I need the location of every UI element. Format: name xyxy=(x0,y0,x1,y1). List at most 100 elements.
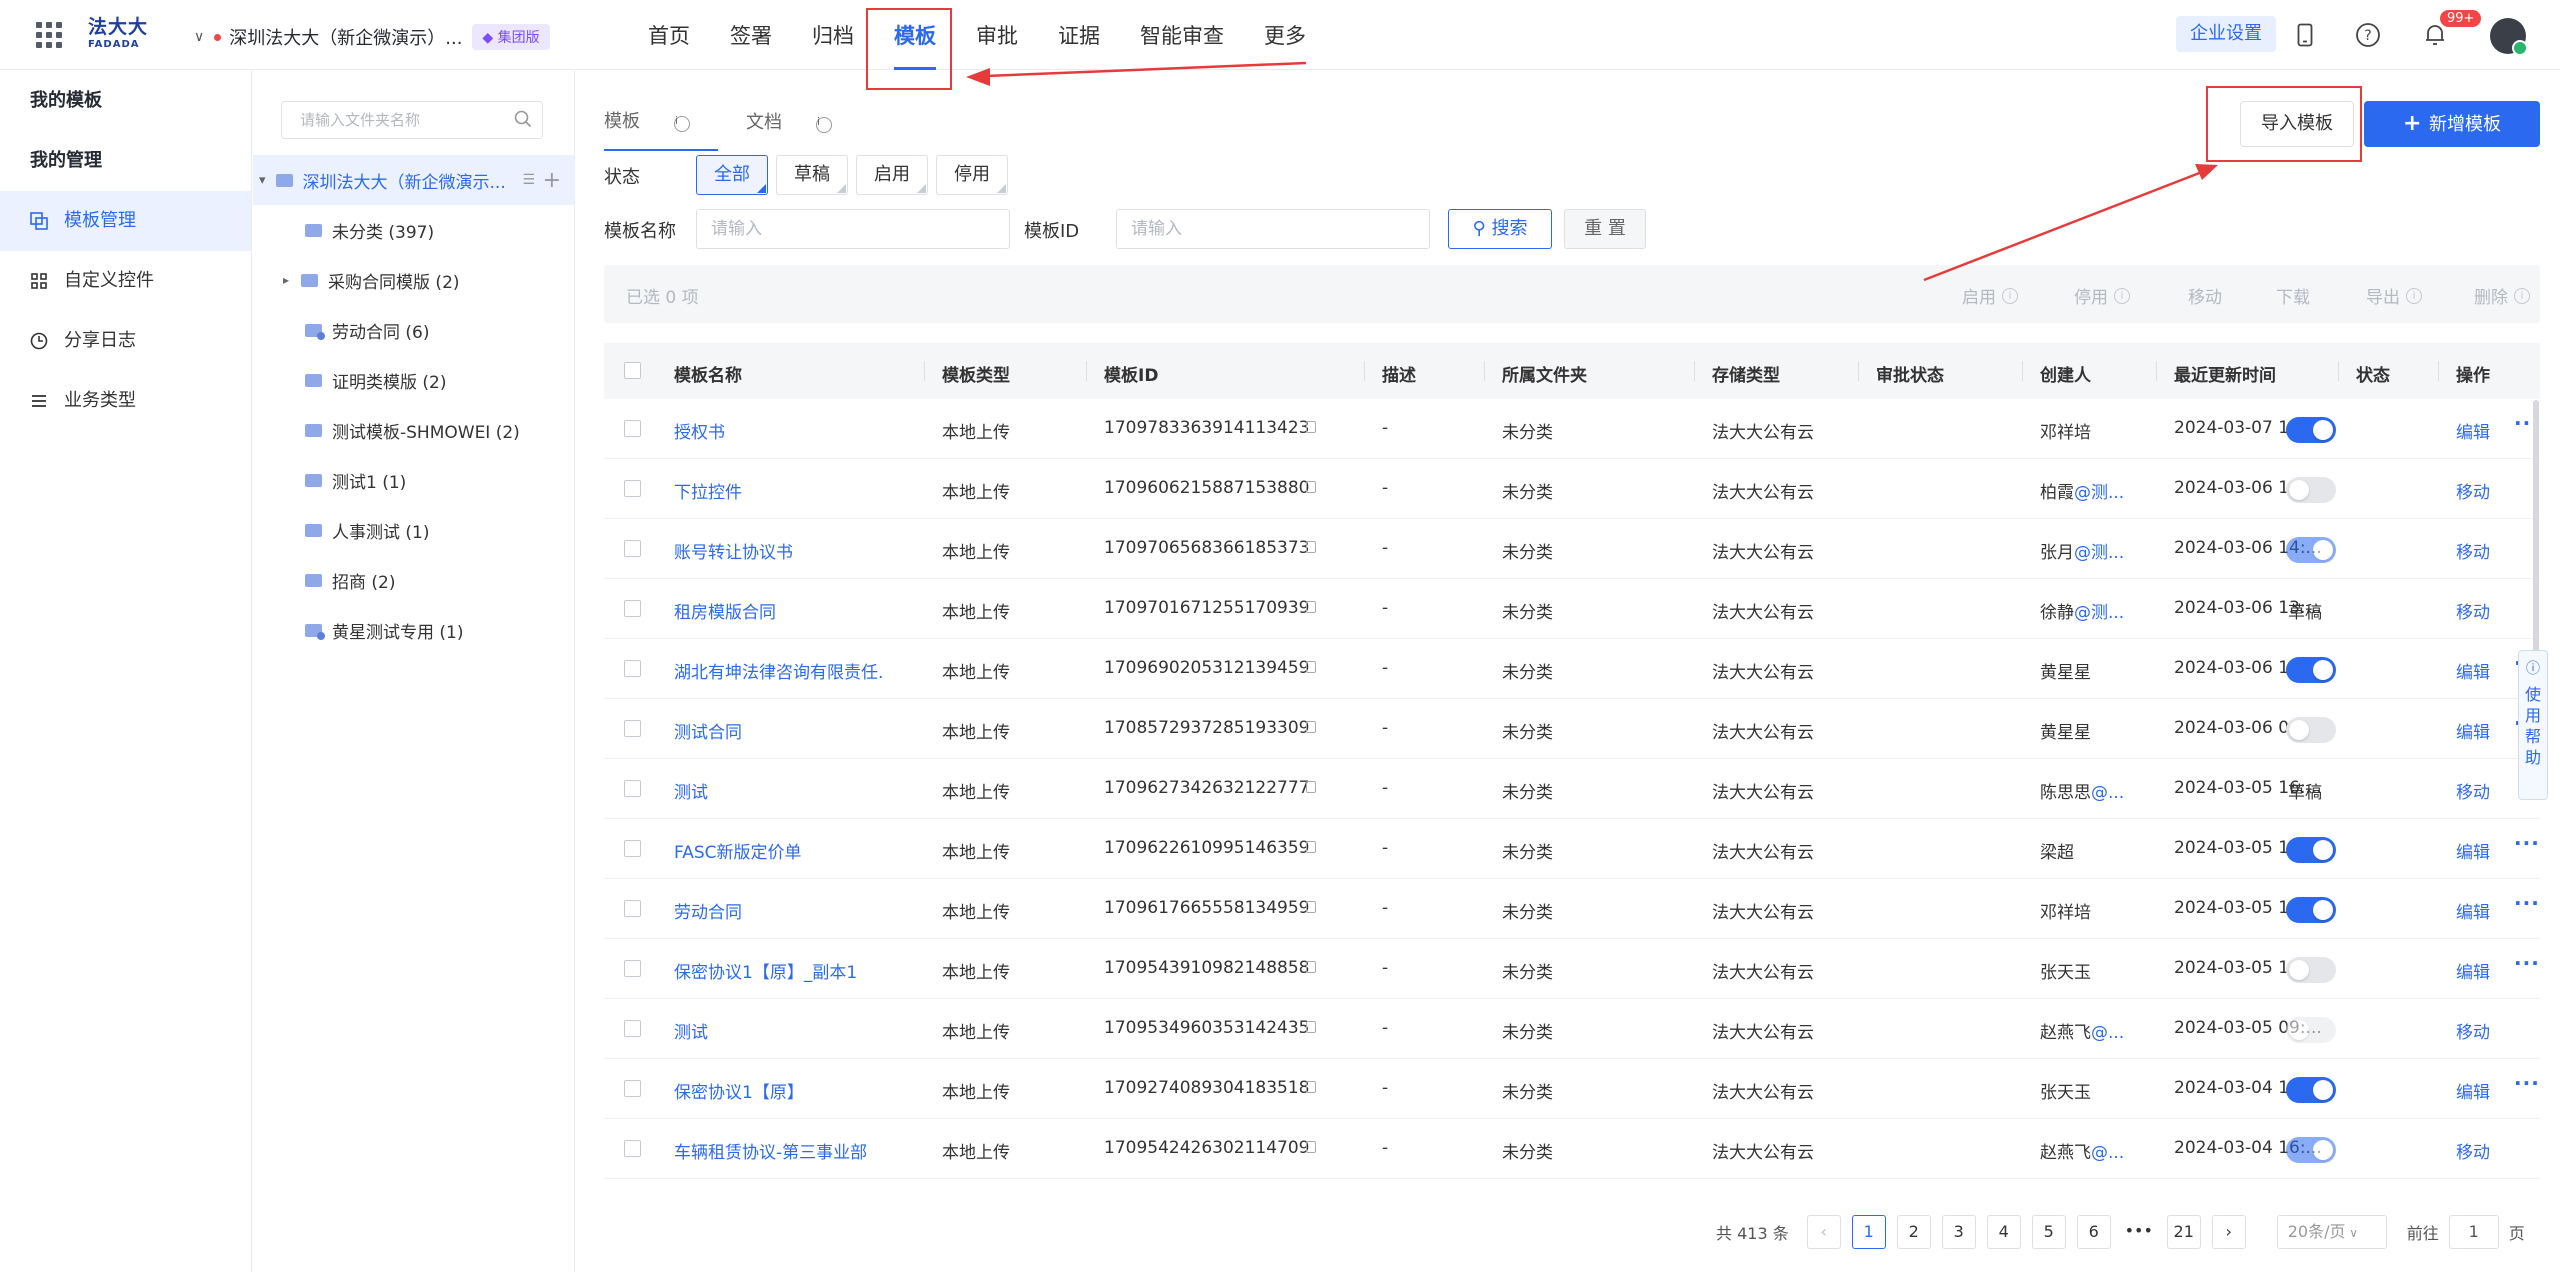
row-checkbox[interactable] xyxy=(624,780,641,797)
nav-item[interactable]: 审批 xyxy=(976,0,1018,70)
template-name-link[interactable]: 授权书 xyxy=(674,418,725,443)
page-number[interactable]: 5 xyxy=(2031,1215,2066,1249)
folder-search-input[interactable]: 请输入文件夹名称 xyxy=(281,101,543,139)
add-template-button[interactable]: + 新增模板 xyxy=(2364,101,2540,147)
leftnav-item[interactable]: 业务类型 xyxy=(0,371,251,431)
copy-icon[interactable] xyxy=(1306,1021,1316,1033)
status-toggle[interactable] xyxy=(2286,717,2336,743)
move-link[interactable]: 移动 xyxy=(2456,1018,2490,1043)
org-switcher[interactable]: ∨ 深圳法大大（新企微演示）... ◆ 集团版 xyxy=(194,24,550,50)
add-folder-icon[interactable]: + xyxy=(543,168,561,193)
more-actions-icon[interactable]: ··· xyxy=(2514,951,2540,975)
move-link[interactable]: 移动 xyxy=(2456,778,2490,803)
folder-item[interactable]: ▸ 采购合同模版 (2) xyxy=(253,255,575,305)
template-name-link[interactable]: 租房模版合同 xyxy=(674,598,776,623)
edit-link[interactable]: 编辑 xyxy=(2456,658,2490,683)
template-name-link[interactable]: 测试合同 xyxy=(674,718,742,743)
caret-down-icon[interactable]: ▾ xyxy=(259,173,266,188)
template-name-link[interactable]: 保密协议1【原】_副本1 xyxy=(674,958,857,983)
tab-template[interactable]: 模板 i xyxy=(604,107,718,151)
page-number[interactable]: 3 xyxy=(1941,1215,1976,1249)
app-grid-icon[interactable] xyxy=(36,22,62,48)
page-number[interactable]: 4 xyxy=(1986,1215,2021,1249)
status-toggle[interactable] xyxy=(2286,417,2336,443)
folder-item[interactable]: 劳动合同 (6) xyxy=(253,305,575,355)
folder-item[interactable]: 未分类 (397) xyxy=(253,205,575,255)
row-checkbox[interactable] xyxy=(624,600,641,617)
row-checkbox[interactable] xyxy=(624,480,641,497)
leftnav-item[interactable]: 分享日志 xyxy=(0,311,251,371)
edit-link[interactable]: 编辑 xyxy=(2456,958,2490,983)
nav-item[interactable]: 智能审查 xyxy=(1140,0,1224,70)
row-checkbox[interactable] xyxy=(624,720,641,737)
fadada-logo[interactable]: 法大大 FADADA xyxy=(88,18,152,54)
row-checkbox[interactable] xyxy=(624,840,641,857)
goto-page-input[interactable]: 1 xyxy=(2448,1215,2499,1249)
select-all-checkbox[interactable] xyxy=(624,362,641,379)
nav-item[interactable]: 更多 xyxy=(1264,0,1306,70)
folder-item[interactable]: 证明类模版 (2) xyxy=(253,355,575,405)
page-ellipsis[interactable]: ••• xyxy=(2122,1215,2156,1249)
status-toggle[interactable] xyxy=(2286,657,2336,683)
template-name-link[interactable]: 保密协议1【原】 xyxy=(674,1078,804,1103)
template-name-link[interactable]: 测试 xyxy=(674,1018,708,1043)
row-checkbox[interactable] xyxy=(624,1080,641,1097)
my-templates-heading[interactable]: 我的模板 xyxy=(0,71,251,131)
next-page-button[interactable]: › xyxy=(2211,1215,2246,1249)
row-checkbox[interactable] xyxy=(624,960,641,977)
row-checkbox[interactable] xyxy=(624,1020,641,1037)
folder-menu-icon[interactable]: ☰ xyxy=(522,172,535,188)
tab-document[interactable]: 文档 i xyxy=(746,107,860,151)
copy-icon[interactable] xyxy=(1306,1141,1316,1153)
status-chip[interactable]: 启用 xyxy=(856,155,928,195)
copy-icon[interactable] xyxy=(1306,841,1316,853)
nav-item[interactable]: 首页 xyxy=(648,0,690,70)
copy-icon[interactable] xyxy=(1306,721,1316,733)
status-chip[interactable]: 停用 xyxy=(936,155,1008,195)
edit-link[interactable]: 编辑 xyxy=(2456,838,2490,863)
status-toggle[interactable] xyxy=(2286,957,2336,983)
copy-icon[interactable] xyxy=(1306,541,1316,553)
help-side-tab[interactable]: ⓘ 使用帮助 xyxy=(2518,650,2548,800)
page-number[interactable]: 6 xyxy=(2076,1215,2111,1249)
template-name-link[interactable]: 测试 xyxy=(674,778,708,803)
row-checkbox[interactable] xyxy=(624,540,641,557)
folder-item[interactable]: 招商 (2) xyxy=(253,555,575,605)
move-link[interactable]: 移动 xyxy=(2456,1138,2490,1163)
status-toggle[interactable] xyxy=(2286,477,2336,503)
copy-icon[interactable] xyxy=(1306,1081,1316,1093)
status-toggle[interactable] xyxy=(2286,1077,2336,1103)
folder-item[interactable]: 测试1 (1) xyxy=(253,455,575,505)
status-chip[interactable]: 全部 xyxy=(696,155,768,195)
row-checkbox[interactable] xyxy=(624,1140,641,1157)
move-link[interactable]: 移动 xyxy=(2456,478,2490,503)
page-number[interactable]: 1 xyxy=(1851,1215,1886,1249)
search-button[interactable]: ⚲ 搜索 xyxy=(1448,209,1552,249)
template-name-link[interactable]: 账号转让协议书 xyxy=(674,538,793,563)
status-toggle[interactable] xyxy=(2286,897,2336,923)
copy-icon[interactable] xyxy=(1306,901,1316,913)
template-name-link[interactable]: 劳动合同 xyxy=(674,898,742,923)
move-link[interactable]: 移动 xyxy=(2456,538,2490,563)
folder-item[interactable]: 测试模板-SHMOWEI (2) xyxy=(253,405,575,455)
copy-icon[interactable] xyxy=(1306,421,1316,433)
more-actions-icon[interactable]: ··· xyxy=(2514,1071,2540,1095)
help-icon[interactable]: ? xyxy=(2353,20,2383,50)
row-checkbox[interactable] xyxy=(624,420,641,437)
edit-link[interactable]: 编辑 xyxy=(2456,418,2490,443)
folder-item[interactable]: 人事测试 (1) xyxy=(253,505,575,555)
more-actions-icon[interactable]: ··· xyxy=(2514,891,2540,915)
caret-right-icon[interactable]: ▸ xyxy=(283,273,289,287)
template-name-link[interactable]: FASC新版定价单 xyxy=(674,838,802,863)
folder-item[interactable]: 黄星测试专用 (1) xyxy=(253,605,575,655)
avatar[interactable] xyxy=(2490,18,2528,56)
template-name-link[interactable]: 车辆租赁协议-第三事业部 xyxy=(674,1138,867,1163)
reset-button[interactable]: 重 置 xyxy=(1564,209,1646,249)
page-size-select[interactable]: 20条/页 ∨ xyxy=(2276,1215,2387,1249)
copy-icon[interactable] xyxy=(1306,481,1316,493)
row-checkbox[interactable] xyxy=(624,660,641,677)
leftnav-item[interactable]: 模板管理 xyxy=(0,191,251,251)
enterprise-settings-button[interactable]: 企业设置 xyxy=(2176,16,2276,52)
page-number[interactable]: 2 xyxy=(1896,1215,1931,1249)
copy-icon[interactable] xyxy=(1306,601,1316,613)
